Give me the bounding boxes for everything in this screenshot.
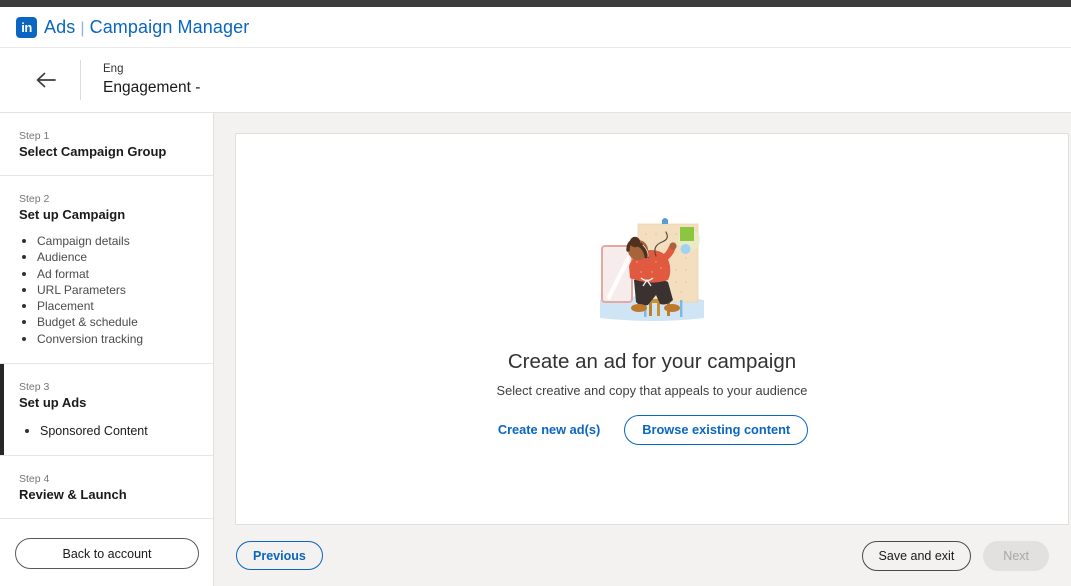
person-drawing-on-easel-illustration	[600, 217, 704, 321]
wizard-action-bar: Previous Save and exit Next	[214, 525, 1071, 586]
sidebar-step-3[interactable]: Step 3 Set up Ads Sponsored Content	[0, 364, 213, 457]
empty-state-actions: Create new ad(s) Browse existing content	[496, 414, 809, 445]
browser-chrome-strip	[0, 0, 1071, 7]
sidebar-step-4[interactable]: Step 4 Review & Launch	[0, 456, 213, 520]
steps-sidebar: Step 1 Select Campaign Group Step 2 Set …	[0, 113, 214, 586]
step-2-sub-items: Campaign details Audience Ad format URL …	[19, 233, 197, 347]
step-2-title: Set up Campaign	[19, 207, 126, 222]
brand-primary-label: Ads	[44, 16, 76, 37]
next-button[interactable]: Next	[983, 540, 1049, 571]
sidebar-item-budget-schedule[interactable]: Budget & schedule	[19, 314, 197, 330]
sidebar-step-1[interactable]: Step 1 Select Campaign Group	[0, 113, 213, 176]
step-4-eyebrow: Step 4	[19, 473, 50, 486]
sidebar-item-ad-format[interactable]: Ad format	[19, 266, 197, 282]
empty-state-title: Create an ad for your campaign	[507, 349, 797, 373]
browse-existing-content-button[interactable]: Browse existing content	[624, 414, 809, 445]
sidebar-item-placement[interactable]: Placement	[19, 298, 197, 314]
breadcrumb-group-name: Eng	[103, 62, 124, 75]
breadcrumb-campaign-name: Engagement -	[103, 78, 201, 96]
ad-empty-state-card: Create an ad for your campaign Select cr…	[235, 133, 1069, 525]
brand-title: Ads | Campaign Manager	[44, 17, 249, 38]
back-to-account-button[interactable]: Back to account	[15, 538, 199, 570]
empty-state-subtitle: Select creative and copy that appeals to…	[496, 382, 808, 398]
save-and-exit-button[interactable]: Save and exit	[861, 540, 972, 571]
sidebar-item-url-parameters[interactable]: URL Parameters	[19, 282, 197, 298]
back-to-account-wrapper: Back to account	[0, 519, 213, 570]
breadcrumb: Eng Engagement -	[103, 62, 200, 98]
sidebar-item-audience[interactable]: Audience	[19, 249, 197, 265]
step-3-sub-items: Sponsored Content	[19, 423, 197, 439]
sidebar-item-sponsored-content[interactable]: Sponsored Content	[19, 423, 197, 439]
back-button[interactable]	[26, 59, 68, 101]
campaign-sub-header: Eng Engagement -	[0, 48, 1071, 113]
step-4-title: Review & Launch	[19, 487, 127, 503]
action-bar-right-group: Save and exit Next	[861, 540, 1049, 571]
create-new-ads-button[interactable]: Create new ad(s)	[496, 418, 602, 441]
arrow-left-icon	[36, 72, 56, 88]
sidebar-item-conversion-tracking[interactable]: Conversion tracking	[19, 331, 197, 347]
brand-secondary-label: Campaign Manager	[89, 16, 250, 37]
previous-button[interactable]: Previous	[236, 541, 323, 570]
global-header: in Ads | Campaign Manager	[0, 7, 1071, 48]
step-1-title: Select Campaign Group	[19, 144, 167, 159]
step-3-title: Set up Ads	[19, 395, 87, 411]
campaign-manager-page: in Ads | Campaign Manager Eng Engagement -…	[0, 0, 1071, 586]
brand-separator: |	[80, 19, 85, 37]
header-divider	[80, 60, 81, 100]
sidebar-step-2[interactable]: Step 2 Set up Campaign Campaign details …	[0, 176, 213, 365]
sidebar-item-campaign-details[interactable]: Campaign details	[19, 233, 197, 249]
step-3-eyebrow: Step 3	[19, 381, 50, 394]
main-content-area: Create an ad for your campaign Select cr…	[214, 113, 1071, 586]
linkedin-logo-icon[interactable]: in	[16, 16, 37, 38]
step-1-eyebrow: Step 1	[19, 130, 50, 142]
linkedin-logo-glyph: in	[21, 19, 32, 35]
step-2-eyebrow: Step 2	[19, 193, 50, 205]
